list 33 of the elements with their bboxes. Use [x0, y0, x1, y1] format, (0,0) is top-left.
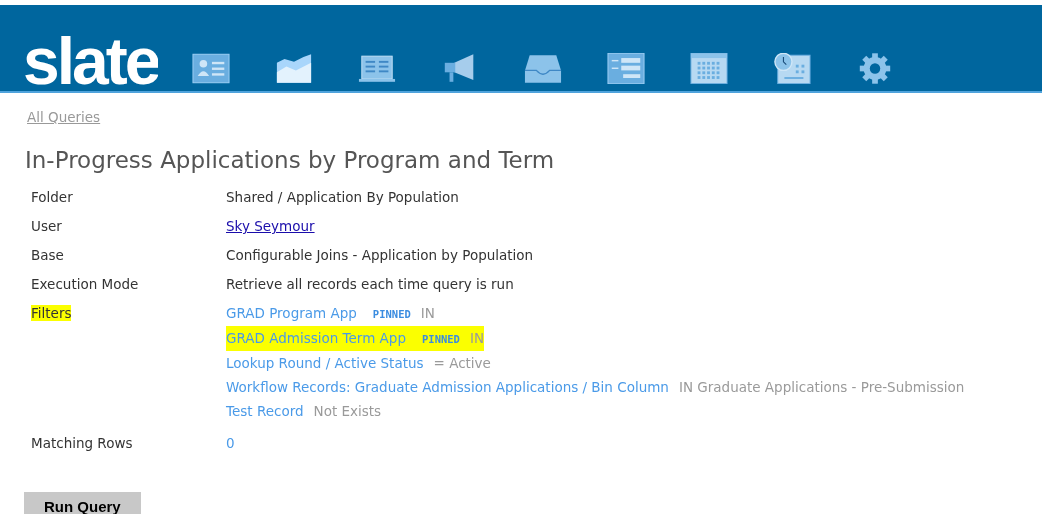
all-queries-link[interactable]: All Queries — [27, 109, 101, 125]
pinned-tag: PINNED — [372, 302, 411, 326]
id-card-icon[interactable] — [192, 53, 231, 84]
clock-calendar-icon[interactable] — [773, 53, 812, 84]
user-link[interactable]: Sky Seymour — [226, 218, 315, 234]
matching-rows-link[interactable]: 0 — [226, 435, 235, 451]
field-label: Base — [31, 247, 64, 263]
filter-link[interactable]: Workflow Records: Graduate Admission Applications / Bin Column — [226, 375, 669, 399]
filter-link[interactable]: Test Record — [226, 399, 304, 423]
calendar-icon[interactable] — [690, 53, 729, 84]
filter-link[interactable]: GRAD Program App — [226, 301, 357, 325]
filter-link[interactable]: Lookup Round / Active Status — [226, 351, 424, 375]
filter-condition: Not Exists — [313, 402, 382, 421]
query-title: In-Progress Applications by Program and Term — [25, 147, 556, 173]
filter-condition: IN Graduate Applications - Pre-Submission — [678, 378, 965, 397]
field-value: Configurable Joins - Application by Population — [226, 247, 534, 263]
field-label: Filters — [31, 305, 72, 321]
inbox-tray-icon[interactable] — [524, 53, 563, 84]
pinned-tag: PINNED — [422, 327, 460, 351]
field-label: Matching Rows — [31, 435, 133, 451]
filter-condition: IN — [469, 329, 485, 348]
field-label: Folder — [31, 189, 73, 205]
filter-link[interactable]: GRAD Admission Term App — [226, 326, 406, 350]
area-chart-icon[interactable] — [275, 53, 314, 84]
field-value: Retrieve all records each time query is run — [226, 276, 514, 292]
laptop-icon[interactable] — [358, 53, 397, 84]
logo[interactable]: slate — [23, 35, 159, 91]
filter-condition: IN — [420, 304, 435, 323]
field-label: Execution Mode — [31, 276, 139, 292]
field-value: Shared / Application By Population — [226, 189, 459, 205]
form-list-icon[interactable] — [607, 53, 646, 84]
filter-condition: = Active — [433, 354, 491, 373]
field-label: User — [31, 218, 62, 234]
